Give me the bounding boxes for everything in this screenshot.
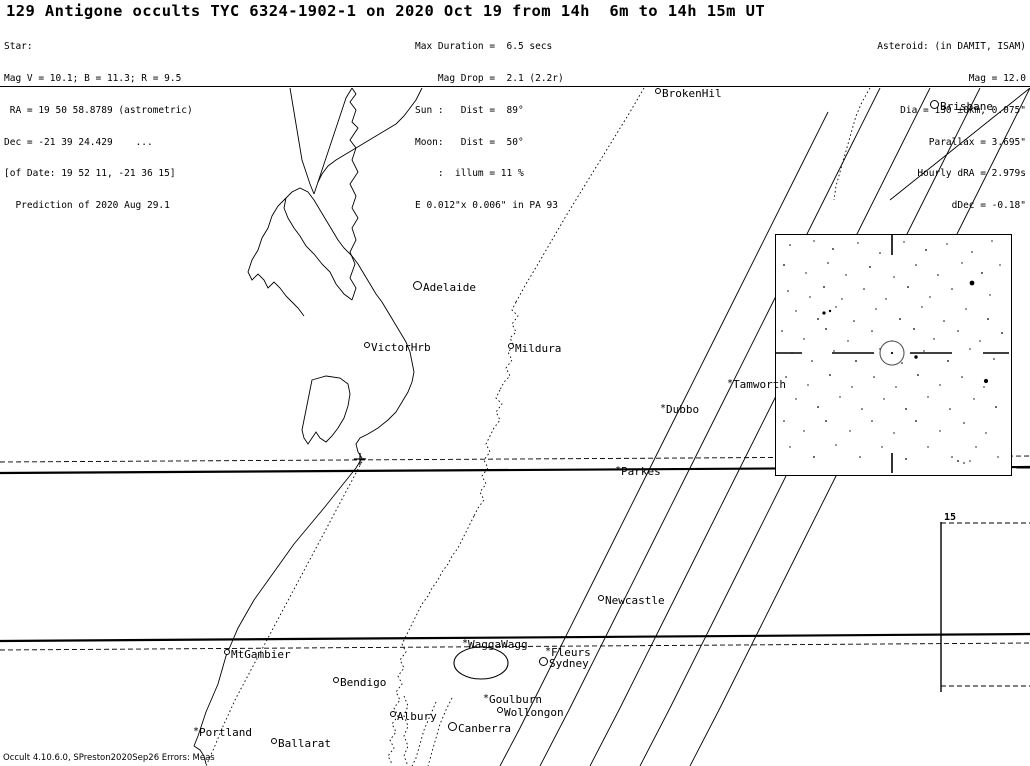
murray-river-4 <box>387 643 407 765</box>
star-field-inset[interactable] <box>775 234 1012 476</box>
asteroid-shadow-ellipse <box>453 646 509 680</box>
state-border-nsw-vic <box>403 695 409 766</box>
coastline-adelaide <box>355 301 415 459</box>
occultation-map[interactable]: BrokenHil Brisbane Adelaide VictorHrb Mildur… <box>0 88 1030 766</box>
header-divider <box>0 86 1030 87</box>
observer-site-marker-icon: * <box>193 726 200 737</box>
coastline-upper-arm3 <box>289 88 315 195</box>
place-label-text: Newcastle <box>605 594 665 607</box>
place-label-text: Mildura <box>515 342 562 355</box>
state-border-sa-nsw <box>515 88 645 303</box>
observer-site-marker-icon: * <box>462 638 469 649</box>
city-marker-small-icon <box>224 649 230 655</box>
prediction-header: 129 Antigone occults TYC 6324-1902-1 on … <box>0 0 1030 211</box>
city-marker-small-icon <box>390 711 396 717</box>
coastline-kangaroo-island <box>301 375 351 445</box>
city-marker-large-icon <box>539 657 548 666</box>
place-label-text: Brisbane <box>940 100 993 113</box>
place-label-text: Albury <box>397 710 437 723</box>
murray-river-3 <box>401 515 475 645</box>
state-border-group <box>205 88 871 766</box>
place-label[interactable]: *Goulburn <box>483 693 543 706</box>
coastline-group <box>193 88 423 765</box>
place-label-text: MtGambier <box>231 648 291 661</box>
place-label-text: WaggaWagg <box>468 638 528 651</box>
place-label[interactable]: Mildura <box>508 343 561 354</box>
observer-site-marker-icon: * <box>545 646 552 657</box>
place-label-text: Wollongon <box>504 706 564 719</box>
observer-site-marker-icon: * <box>615 465 622 476</box>
place-label[interactable]: Sydney <box>539 657 589 670</box>
place-label[interactable]: Canberra <box>448 722 511 735</box>
place-label[interactable]: *Dubbo <box>660 403 700 416</box>
place-label[interactable]: Bendigo <box>333 677 386 688</box>
ut-hour-graticule <box>940 522 1030 692</box>
place-label[interactable]: *Tamworth <box>727 378 787 391</box>
city-marker-small-icon <box>497 707 503 713</box>
place-label-text: Dubbo <box>666 403 700 416</box>
place-label[interactable]: Wollongon <box>497 707 564 718</box>
place-label-text: VictorHrb <box>371 341 431 354</box>
inset-crosshair-ticks <box>776 235 1009 473</box>
target-star-dot <box>890 351 894 355</box>
observer-site-marker-icon: * <box>660 403 667 414</box>
place-label-text: Canberra <box>458 722 511 735</box>
star-info-line: Mag V = 10.1; B = 11.3; R = 9.5 <box>4 72 182 84</box>
place-label[interactable]: *Portland <box>193 726 253 739</box>
place-label[interactable]: *Parkes <box>615 465 661 478</box>
event-info-line: Max Duration = 6.5 secs <box>415 41 553 53</box>
place-label-text: Ballarat <box>278 737 331 750</box>
star-field-vector <box>776 235 1009 473</box>
place-label[interactable]: Newcastle <box>598 595 665 606</box>
observer-site-marker-icon: * <box>727 378 734 389</box>
occultation-path-group <box>0 465 1030 643</box>
murray-river-2 <box>473 389 503 517</box>
place-label[interactable]: Ballarat <box>271 738 331 749</box>
graticule-cross-marker <box>354 453 366 465</box>
place-label-text: Portland <box>199 726 253 739</box>
coastline-victoria-west <box>193 457 363 747</box>
event-info-line: Mag Drop = 2.1 (2.2r) <box>415 72 564 84</box>
place-label-text: Adelaide <box>423 281 476 294</box>
place-label-text: Goulburn <box>489 693 543 706</box>
city-marker-small-icon <box>333 677 339 683</box>
place-label-text: BrokenHil <box>662 88 722 100</box>
city-marker-large-icon <box>413 281 422 290</box>
place-label[interactable]: VictorHrb <box>364 342 431 353</box>
place-label[interactable]: BrokenHil <box>655 88 722 99</box>
asteroid-info-line: Asteroid: (in DAMIT, ISAM) <box>877 41 1026 53</box>
city-marker-small-icon <box>508 343 514 349</box>
place-label[interactable]: MtGambier <box>224 649 291 660</box>
state-border-sa-vic <box>205 457 365 766</box>
city-marker-small-icon <box>655 88 661 94</box>
city-marker-small-icon <box>598 595 604 601</box>
city-marker-small-icon <box>271 738 277 744</box>
star-info-line: Star: <box>4 41 33 53</box>
place-label[interactable]: Albury <box>390 711 437 722</box>
place-label-text: Tamworth <box>733 378 787 391</box>
city-marker-small-icon <box>364 342 370 348</box>
error-limit-group <box>0 455 1030 651</box>
software-credit: Occult 4.10.6.0, SPreston2020Sep26 Error… <box>3 753 215 763</box>
coastline-eyre <box>349 88 359 301</box>
ut-hour-label: 15 <box>944 512 957 523</box>
place-label[interactable]: Brisbane <box>930 100 993 113</box>
place-label[interactable]: *WaggaWagg <box>462 638 528 651</box>
page-title: 129 Antigone occults TYC 6324-1902-1 on … <box>6 2 766 20</box>
place-label-text: Parkes <box>621 465 661 478</box>
asteroid-info-line: Mag = 12.0 <box>968 72 1026 84</box>
city-marker-large-icon <box>930 100 939 109</box>
city-marker-large-icon <box>448 722 457 731</box>
place-label-text: Bendigo <box>340 676 387 689</box>
coastline-yorke-west <box>247 197 305 317</box>
place-label-text: Sydney <box>549 657 589 670</box>
observer-site-marker-icon: * <box>483 693 490 704</box>
place-label[interactable]: Adelaide <box>413 281 476 294</box>
coastline-yorke <box>283 187 383 303</box>
